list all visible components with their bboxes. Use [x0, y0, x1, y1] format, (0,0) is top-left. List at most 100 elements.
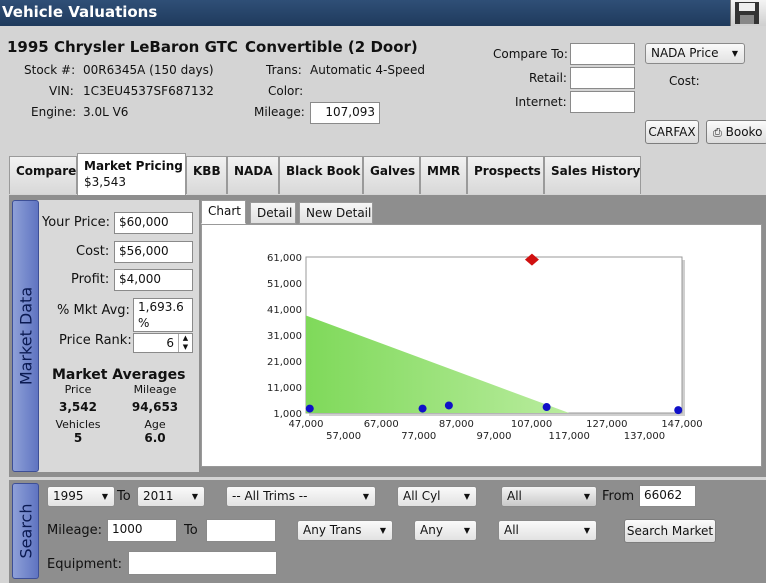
price-rank-label: Price Rank:	[59, 333, 132, 348]
year-to-label: To	[117, 489, 131, 504]
x-tick-label: 147,000	[661, 419, 702, 430]
chevron-down-icon: ▼	[379, 526, 386, 535]
mileage-from-field[interactable]: 1000	[107, 519, 177, 542]
tab-compare[interactable]: Compare	[9, 156, 77, 194]
save-button[interactable]	[730, 0, 766, 26]
chevron-down-icon: ▼	[463, 526, 470, 535]
window-title: Vehicle Valuations	[0, 0, 766, 26]
profit-label: Profit:	[71, 272, 110, 287]
chart-tab-new-detail[interactable]: New Detail	[299, 202, 373, 224]
compare-to-label: Compare To:	[493, 47, 568, 61]
year-from-select[interactable]: 1995 ▼	[47, 486, 115, 507]
tab-label: Prospects	[474, 164, 541, 178]
retail-field[interactable]	[570, 67, 635, 89]
chevron-down-icon: ▼	[583, 492, 590, 501]
stock-label: Stock #:	[24, 63, 76, 77]
data-point	[444, 401, 453, 410]
mileage-to-label: To	[184, 523, 198, 538]
retail-label: Retail:	[529, 71, 567, 85]
data-point	[418, 404, 427, 413]
y-tick-label: 41,000	[267, 305, 302, 316]
search-market-button[interactable]: Search Market	[624, 519, 716, 543]
floppy-disk-icon	[735, 2, 759, 24]
y-tick-label: 21,000	[267, 357, 302, 368]
tab-nada[interactable]: NADA	[227, 156, 279, 194]
chart-panel: 61,000 51,000 41,000 31,000 21,000 11,000 1,00…	[201, 224, 762, 467]
data-point	[542, 403, 551, 412]
avg-age-label: Age	[144, 418, 166, 431]
filter-select-1[interactable]: All ▼	[501, 486, 597, 507]
vehicle-title: 1995 Chrysler LeBaron GTC	[7, 38, 238, 56]
mileage-label: Mileage:	[254, 105, 305, 119]
x-tick-label: 107,000	[511, 419, 552, 430]
price-source-select[interactable]: NADA Price ▼	[645, 43, 745, 64]
zip-field[interactable]: 66062	[639, 485, 696, 507]
x-tick-label: 117,000	[549, 431, 590, 442]
md-cost-label: Cost:	[76, 244, 110, 259]
tab-label: Sales History	[551, 164, 641, 178]
md-cost-field[interactable]: $56,000	[114, 241, 193, 263]
avg-vehicles-label: Vehicles	[55, 418, 101, 431]
tab-label: Black Book	[286, 164, 361, 178]
your-price-field[interactable]: $60,000	[114, 212, 193, 234]
trim-select[interactable]: -- All Trims -- ▼	[226, 486, 376, 507]
y-tick-label: 11,000	[267, 383, 302, 394]
chevron-down-icon: ▼	[101, 492, 108, 501]
x-tick-label: 137,000	[624, 431, 665, 442]
vin-value: 1C3EU4537SF687132	[83, 84, 214, 98]
stock-value: 00R6345A (150 days)	[83, 63, 214, 77]
price-source-value: NADA Price	[651, 46, 719, 60]
y-tick-label: 51,000	[267, 279, 302, 290]
trans-value: Automatic 4-Speed	[310, 63, 425, 77]
transmission-select[interactable]: Any Trans ▼	[297, 520, 393, 541]
filter-select-2[interactable]: All ▼	[498, 520, 597, 541]
x-tick-label: 87,000	[439, 419, 474, 430]
trans-label: Trans:	[266, 63, 302, 77]
year-from-value: 1995	[53, 489, 84, 503]
mileage-field[interactable]: 107,093	[310, 102, 380, 124]
bookout-button[interactable]: ⎙ Booko	[706, 120, 766, 144]
y-tick-label: 31,000	[267, 331, 302, 342]
chart-tab-detail[interactable]: Detail	[250, 202, 296, 224]
trim-value: -- All Trims --	[232, 489, 308, 503]
tab-prospects[interactable]: Prospects	[467, 156, 544, 194]
any-select[interactable]: Any ▼	[414, 520, 477, 541]
x-tick-label: 77,000	[401, 431, 436, 442]
spinner-arrows-icon[interactable]: ▲ ▼	[178, 334, 192, 352]
cylinder-select[interactable]: All Cyl ▼	[397, 486, 477, 507]
tab-label: MMR	[427, 164, 461, 178]
year-to-select[interactable]: 2011 ▼	[137, 486, 205, 507]
your-price-label: Your Price:	[42, 215, 110, 230]
transmission-value: Any Trans	[303, 523, 362, 537]
search-section-label: Search	[12, 483, 39, 579]
mileage-to-field[interactable]	[206, 519, 276, 542]
x-tick-label: 47,000	[289, 419, 324, 430]
carfax-button[interactable]: CARFAX	[645, 120, 699, 144]
equipment-field[interactable]	[128, 551, 277, 575]
avg-price-value: 3,542	[59, 400, 97, 414]
internet-field[interactable]	[570, 91, 635, 113]
chevron-down-icon: ▼	[731, 49, 738, 58]
tab-market-pricing[interactable]: Market Pricing $3,543	[77, 153, 186, 195]
market-data-section-label: Market Data	[12, 200, 39, 472]
tab-black-book[interactable]: Black Book	[279, 156, 363, 194]
avg-mileage-value: 94,653	[131, 400, 179, 414]
x-tick-label: 57,000	[326, 431, 361, 442]
year-to-value: 2011	[143, 489, 174, 503]
chevron-down-icon: ▼	[362, 492, 369, 501]
tab-sales-history[interactable]: Sales History	[544, 156, 641, 194]
profit-field[interactable]: $4,000	[114, 269, 193, 291]
printer-icon: ⎙	[713, 126, 722, 139]
avg-vehicles-value: 5	[73, 431, 83, 445]
chart-tab-chart[interactable]: Chart	[201, 200, 246, 224]
x-tick-label: 67,000	[364, 419, 399, 430]
tab-kbb[interactable]: KBB	[186, 156, 227, 194]
data-point	[674, 406, 683, 415]
market-chart: 61,00051,00041,00031,00021,00011,0001,00…	[267, 253, 703, 442]
tab-galves[interactable]: Galves	[363, 156, 420, 194]
internet-label: Internet:	[515, 95, 567, 109]
compare-to-field[interactable]	[570, 43, 635, 65]
any-value: Any	[420, 523, 443, 537]
tab-mmr[interactable]: MMR	[420, 156, 467, 194]
chevron-down-icon: ▼	[583, 526, 590, 535]
